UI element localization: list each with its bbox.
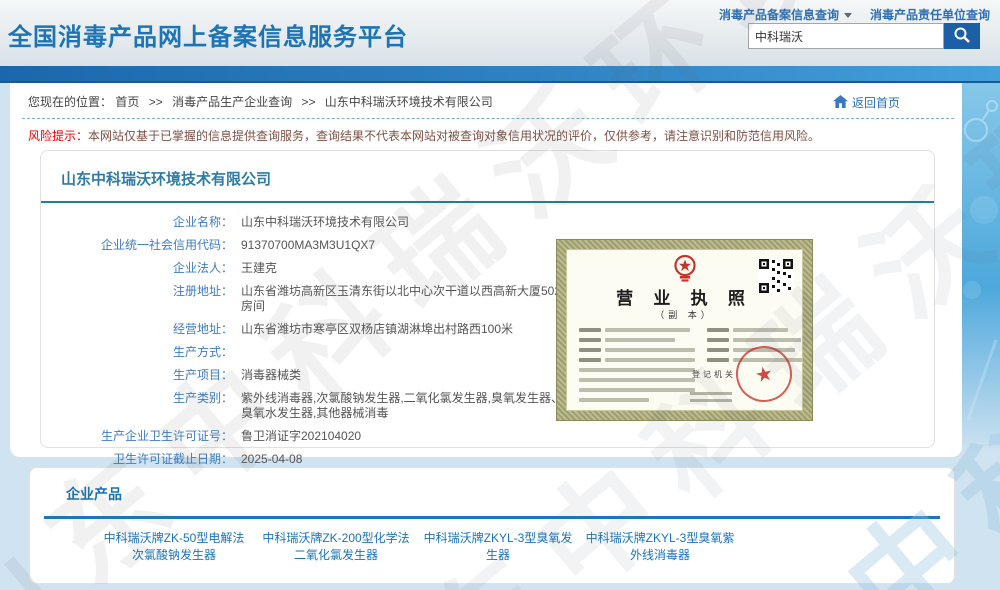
back-home-label: 返回首页 — [852, 94, 900, 111]
field-value: 紫外线消毒器,次氯酸钠发生器,二氧化氯发生器,臭氧发生器、臭氧水发生器,其他器械… — [241, 391, 571, 421]
business-license-image: 营 业 执 照 （副 本） — [556, 239, 813, 421]
search-button[interactable] — [944, 23, 980, 49]
nav-responsible-unit-query-label: 消毒产品责任单位查询 — [870, 8, 990, 22]
license-paper: 营 业 执 照 （副 本） — [566, 249, 803, 411]
products-list: 中科瑞沃牌ZK-50型电解法次氯酸钠发生器 中科瑞沃牌ZK-200型化学法二氧化… — [98, 530, 954, 564]
field-value: 山东中科瑞沃环境技术有限公司 — [241, 215, 571, 230]
search-icon — [953, 26, 971, 47]
breadcrumb-item-home[interactable]: 首页 — [115, 95, 139, 109]
breadcrumb-separator: >> — [301, 95, 315, 109]
field-label: 生产类别： — [41, 391, 233, 421]
top-nav: 消毒产品备案信息查询 消毒产品责任单位查询 — [719, 6, 990, 23]
license-subtitle: （副 本） — [567, 308, 802, 321]
field-label: 企业统一社会信用代码： — [41, 238, 233, 253]
field-label: 企业名称： — [41, 215, 233, 230]
field-row-credit-code: 企业统一社会信用代码： 91370700MA3M3U1QX7 — [41, 238, 601, 253]
home-icon — [833, 95, 848, 111]
field-value: 山东省潍坊市寒亭区双杨店镇湖淋埠出村路西100米 — [241, 322, 571, 337]
search-input[interactable] — [748, 23, 944, 49]
field-value: 鲁卫消证字202104020 — [241, 429, 571, 444]
dashed-divider — [22, 118, 954, 119]
product-link-zkyl3-uv[interactable]: 中科瑞沃牌ZKYL-3型臭氧紫外线消毒器 — [584, 530, 736, 564]
back-home-link[interactable]: 返回首页 — [833, 94, 900, 111]
decorative-side-band — [962, 83, 1000, 453]
risk-notice: 风险提示：本网站仅基于已掌握的信息提供查询服务，查询结果不代表本网站对被查询对象… — [28, 128, 820, 144]
seal-star: ★ — [753, 360, 776, 388]
field-row-production-category: 生产类别： 紫外线消毒器,次氯酸钠发生器,二氧化氯发生器,臭氧发生器、臭氧水发生… — [41, 391, 601, 421]
nav-record-info-query[interactable]: 消毒产品备案信息查询 — [719, 6, 852, 23]
product-link-zkyl3-ozone[interactable]: 中科瑞沃牌ZKYL-3型臭氧发生器 — [422, 530, 574, 564]
header-divider-bar — [0, 66, 1000, 83]
risk-notice-text: 本网站仅基于已掌握的信息提供查询服务，查询结果不代表本网站对被查询对象信用状况的… — [88, 129, 820, 143]
field-row-business-address: 经营地址： 山东省潍坊市寒亭区双杨店镇湖淋埠出村路西100米 — [41, 322, 601, 337]
field-value: 山东省潍坊高新区玉清东街以北中心次干道以西高新大厦502房间 — [241, 284, 571, 314]
product-link-zk200[interactable]: 中科瑞沃牌ZK-200型化学法二氧化氯发生器 — [260, 530, 412, 564]
breadcrumb-item-company[interactable]: 山东中科瑞沃环境技术有限公司 — [325, 95, 493, 109]
field-label: 注册地址： — [41, 284, 233, 314]
field-value: 91370700MA3M3U1QX7 — [241, 238, 571, 253]
company-fields: 企业名称： 山东中科瑞沃环境技术有限公司 企业统一社会信用代码： 9137070… — [41, 215, 601, 475]
risk-notice-label: 风险提示： — [28, 129, 88, 143]
field-row-company-name: 企业名称： 山东中科瑞沃环境技术有限公司 — [41, 215, 601, 230]
field-label: 经营地址： — [41, 322, 233, 337]
breadcrumb-prefix: 您现在的位置： — [28, 95, 112, 109]
field-label: 生产企业卫生许可证号： — [41, 429, 233, 444]
license-issuer-label: 登记机关 — [692, 369, 736, 380]
field-row-registered-address: 注册地址： 山东省潍坊高新区玉清东街以北中心次干道以西高新大厦502房间 — [41, 284, 601, 314]
field-row-production-project: 生产项目： 消毒器械类 — [41, 368, 601, 383]
company-info-card: 山东中科瑞沃环境技术有限公司 企业名称： 山东中科瑞沃环境技术有限公司 企业统一… — [40, 150, 935, 448]
field-row-legal-person: 企业法人： 王建克 — [41, 261, 601, 276]
field-row-production-method: 生产方式： — [41, 345, 601, 360]
field-value: 王建克 — [241, 261, 571, 276]
qr-code — [758, 258, 794, 299]
site-header: 全国消毒产品网上备案信息服务平台 消毒产品备案信息查询 消毒产品责任单位查询 — [0, 0, 1000, 66]
field-row-license-expiry-date: 卫生许可证截止日期： 2025-04-08 — [41, 452, 601, 467]
field-label: 企业法人： — [41, 261, 233, 276]
chevron-down-icon — [844, 13, 852, 18]
breadcrumb-item-enterprise-query[interactable]: 消毒产品生产企业查询 — [172, 95, 292, 109]
product-link-zk50[interactable]: 中科瑞沃牌ZK-50型电解法次氯酸钠发生器 — [98, 530, 250, 564]
search-bar — [748, 23, 980, 49]
breadcrumb: 您现在的位置： 首页 >> 消毒产品生产企业查询 >> 山东中科瑞沃环境技术有限… — [28, 93, 493, 110]
field-label: 生产项目： — [41, 368, 233, 383]
field-label: 生产方式： — [41, 345, 233, 360]
field-value: 2025-04-08 — [241, 452, 571, 467]
license-date-lines — [690, 388, 732, 402]
company-name-heading: 山东中科瑞沃环境技术有限公司 — [41, 151, 934, 203]
field-value — [241, 345, 571, 360]
site-title: 全国消毒产品网上备案信息服务平台 — [8, 17, 408, 52]
main-panel: 您现在的位置： 首页 >> 消毒产品生产企业查询 >> 山东中科瑞沃环境技术有限… — [10, 83, 962, 457]
field-value: 消毒器械类 — [241, 368, 571, 383]
license-left-column — [579, 328, 695, 408]
nav-record-info-query-label: 消毒产品备案信息查询 — [719, 8, 839, 22]
products-card: 企业产品 中科瑞沃牌ZK-50型电解法次氯酸钠发生器 中科瑞沃牌ZK-200型化… — [29, 467, 955, 584]
field-label: 卫生许可证截止日期： — [41, 452, 233, 467]
page: 全国消毒产品网上备案信息服务平台 消毒产品备案信息查询 消毒产品责任单位查询 — [0, 0, 1000, 590]
products-heading: 企业产品 — [30, 468, 954, 516]
nav-responsible-unit-query[interactable]: 消毒产品责任单位查询 — [870, 6, 990, 23]
products-divider — [44, 516, 940, 519]
breadcrumb-separator: >> — [149, 95, 163, 109]
field-row-hygiene-license-no: 生产企业卫生许可证号： 鲁卫消证字202104020 — [41, 429, 601, 444]
